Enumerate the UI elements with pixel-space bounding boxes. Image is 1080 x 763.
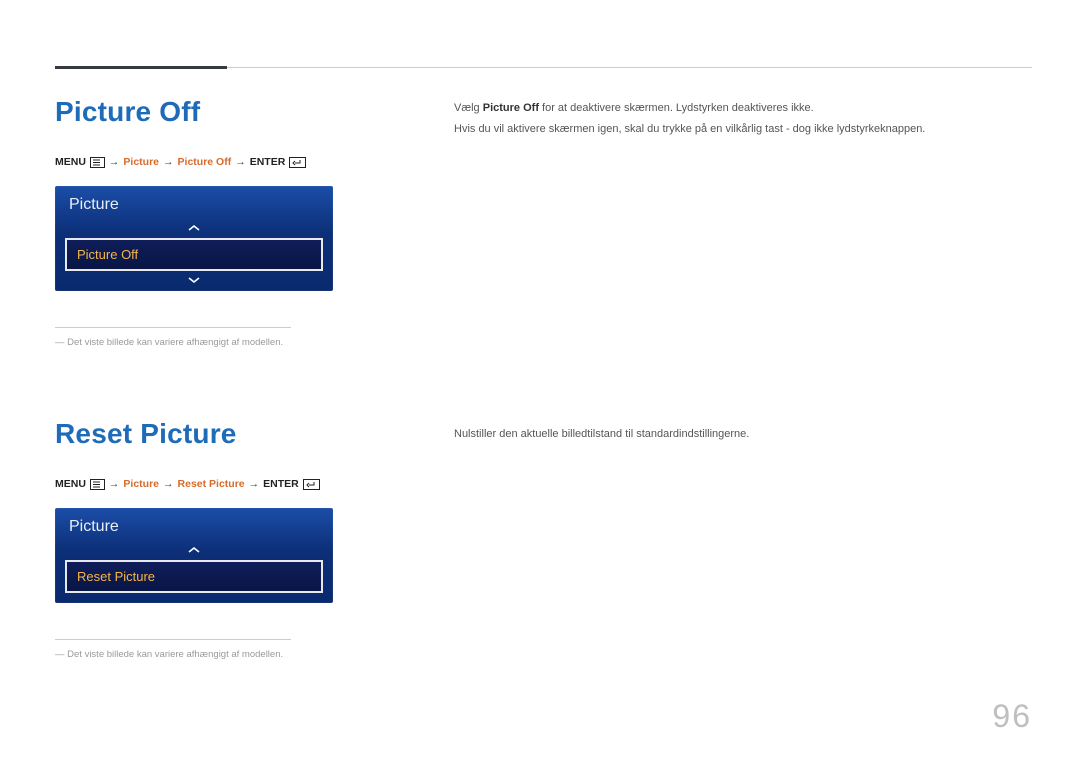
enter-icon	[303, 478, 320, 490]
body1-pre: Vælg	[454, 102, 483, 114]
section1-title: Picture Off	[55, 96, 375, 128]
arrow-icon: →	[163, 156, 174, 168]
footnote-rule-1	[55, 327, 291, 328]
bc1-pictureoff: Picture Off	[178, 156, 232, 168]
menu2-header: Picture	[55, 508, 333, 542]
menu-icon	[90, 156, 105, 168]
menu-icon	[90, 478, 105, 490]
body1-line1: Vælg Picture Off for at deaktivere skærm…	[454, 100, 1032, 118]
right-column-2: Nulstiller den aktuelle billedtilstand t…	[454, 428, 1032, 440]
section2-title: Reset Picture	[55, 418, 375, 450]
arrow-icon: →	[235, 156, 246, 168]
bc1-picture: Picture	[123, 156, 159, 168]
bc2-enter: ENTER	[263, 478, 299, 490]
bc1-menu: MENU	[55, 156, 86, 168]
right-column-1: Vælg Picture Off for at deaktivere skærm…	[454, 100, 1032, 138]
footnote-2: Det viste billede kan variere afhængigt …	[55, 649, 375, 660]
menu-panel-1: Picture Picture Off	[55, 186, 333, 291]
page-number: 96	[992, 698, 1032, 735]
body1-line2: Hvis du vil aktivere skærmen igen, skal …	[454, 121, 1032, 139]
arrow-icon: →	[249, 478, 260, 490]
menu1-header: Picture	[55, 186, 333, 220]
footnote-1: Det viste billede kan variere afhængigt …	[55, 337, 375, 348]
body1-post: for at deaktivere skærmen. Lydstyrken de…	[539, 102, 814, 114]
chevron-down-icon[interactable]	[55, 275, 333, 291]
breadcrumb-2: MENU → Picture → Reset Picture → ENTER	[55, 478, 375, 490]
arrow-icon: →	[109, 156, 120, 168]
chevron-up-icon[interactable]	[55, 542, 333, 558]
top-rule-accent	[55, 66, 227, 69]
body2: Nulstiller den aktuelle billedtilstand t…	[454, 428, 1032, 440]
menu-panel-2: Picture Reset Picture	[55, 508, 333, 603]
bc1-enter: ENTER	[250, 156, 286, 168]
enter-icon	[289, 156, 306, 168]
bc2-resetpicture: Reset Picture	[178, 478, 245, 490]
left-column: Picture Off MENU → Picture → Picture Off…	[55, 96, 375, 660]
arrow-icon: →	[109, 478, 120, 490]
section-2: Reset Picture MENU → Picture → Reset Pic…	[55, 418, 375, 660]
chevron-up-icon[interactable]	[55, 220, 333, 236]
page: { "pageNumber": "96", "section1": { "tit…	[0, 0, 1080, 763]
bc2-menu: MENU	[55, 478, 86, 490]
body1-bold: Picture Off	[483, 102, 539, 114]
footnote-rule-2	[55, 639, 291, 640]
menu2-selected-item[interactable]: Reset Picture	[65, 560, 323, 593]
breadcrumb-1: MENU → Picture → Picture Off → ENTER	[55, 156, 375, 168]
menu1-selected-item[interactable]: Picture Off	[65, 238, 323, 271]
arrow-icon: →	[163, 478, 174, 490]
bc2-picture: Picture	[123, 478, 159, 490]
